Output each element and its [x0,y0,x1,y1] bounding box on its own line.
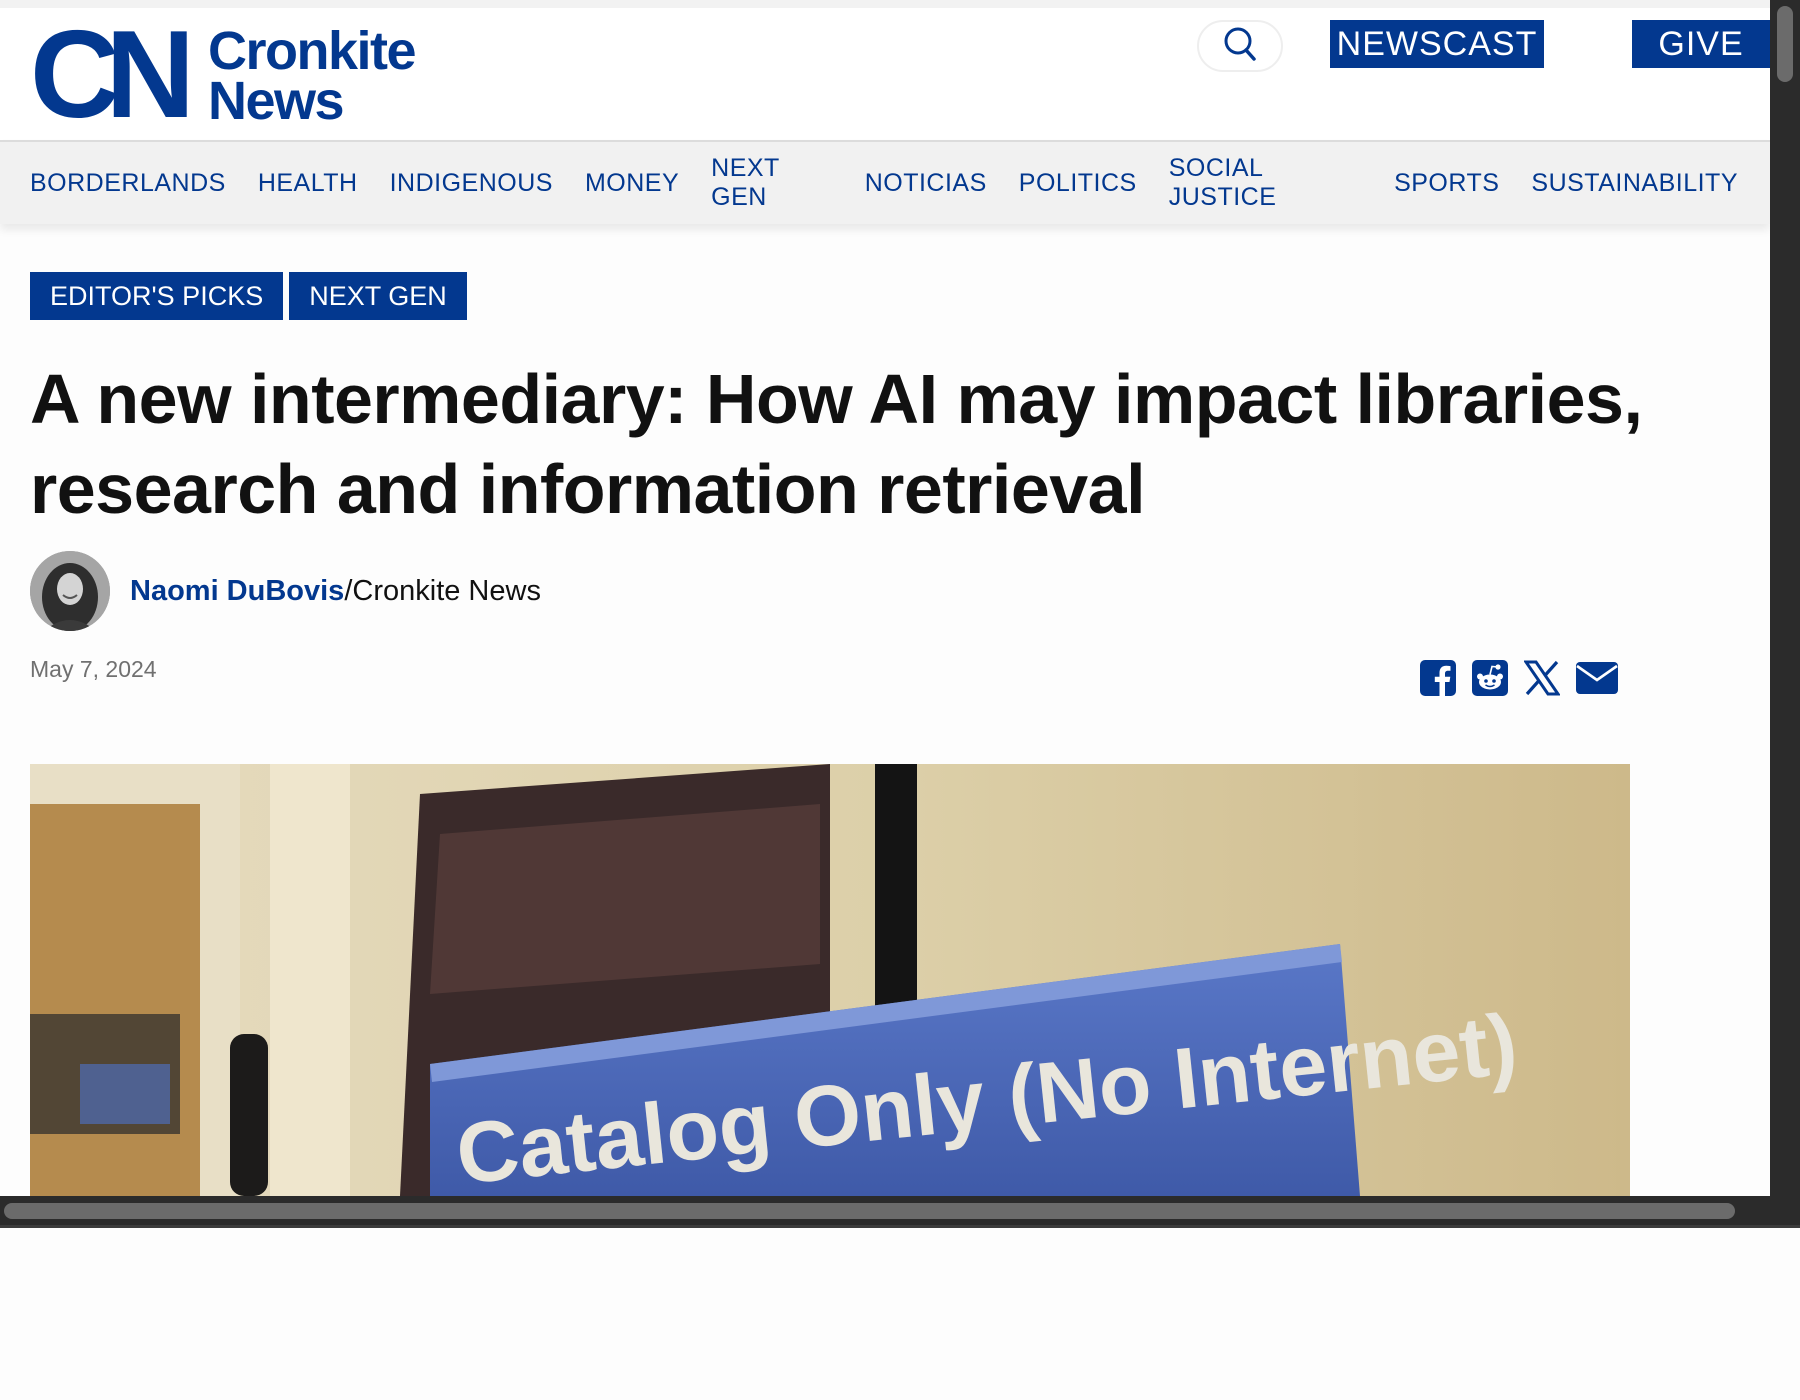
logo-line-1: Cronkite [208,21,417,81]
horizontal-scrollbar-thumb[interactable] [4,1203,1735,1219]
viewport-bottom-border [0,1225,1800,1228]
site-header: CN Cronkite News NEWSCAST GIVE [0,8,1770,140]
logo-mark: CN [30,6,195,144]
nav-item-social-justice[interactable]: SOCIAL JUSTICE [1169,154,1362,212]
x-icon[interactable] [1524,660,1560,696]
email-icon[interactable] [1576,662,1618,694]
share-bar [1420,660,1618,696]
hero-image[interactable]: Catalog Only (No Internet) [30,764,1630,1196]
outlet-name: Cronkite News [352,574,541,607]
tag-editors-picks[interactable]: EDITOR'S PICKS [30,272,284,320]
nav-item-sustainability[interactable]: SUSTAINABILITY [1531,169,1738,198]
nav-item-money[interactable]: MONEY [585,169,679,198]
author-link[interactable]: Naomi DuBovis [130,575,344,607]
newscast-button[interactable]: NEWSCAST [1330,20,1544,68]
section-nav: BORDERLANDS HEALTH INDIGENOUS MONEY NEXT… [0,140,1770,224]
vertical-scrollbar-thumb[interactable] [1777,6,1793,82]
nav-item-politics[interactable]: POLITICS [1019,169,1137,198]
reddit-icon[interactable] [1472,660,1508,696]
article-title: A new intermediary: How AI may impact li… [30,360,1643,528]
logo-line-2: News [208,71,345,131]
give-button[interactable]: GIVE [1632,20,1770,68]
nav-item-health[interactable]: HEALTH [258,169,358,198]
nav-item-noticias[interactable]: NOTICIAS [865,169,987,198]
vertical-scrollbar-track[interactable] [1770,0,1800,1228]
page: CN Cronkite News NEWSCAST GIVE BORDERLAN… [0,0,1770,1196]
tag-next-gen[interactable]: NEXT GEN [289,272,467,320]
nav-item-sports[interactable]: SPORTS [1394,169,1499,198]
top-strip [0,0,1770,8]
author-avatar[interactable] [30,551,110,631]
article-tags: EDITOR'S PICKS NEXT GEN [30,272,467,320]
search-icon [1223,26,1257,67]
publish-date: May 7, 2024 [30,656,157,682]
nav-item-borderlands[interactable]: BORDERLANDS [30,169,226,198]
nav-item-indigenous[interactable]: INDIGENOUS [390,169,553,198]
cronkite-news-logo[interactable]: CN Cronkite News [30,6,450,144]
byline: Naomi DuBovis/Cronkite News [30,551,541,631]
nav-item-next-gen[interactable]: NEXT GEN [711,154,833,212]
byline-text: Naomi DuBovis/Cronkite News [130,575,541,608]
browser-viewport: CN Cronkite News NEWSCAST GIVE BORDERLAN… [0,0,1800,1228]
logo-wordmark: Cronkite News [208,21,417,131]
search-button[interactable] [1197,20,1283,72]
facebook-icon[interactable] [1420,660,1456,696]
